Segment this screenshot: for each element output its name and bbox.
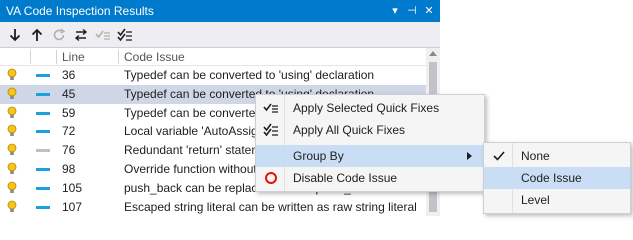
severity-bar — [36, 186, 50, 190]
row-line-number: 98 — [62, 161, 76, 176]
menu-item-label: Code Issue — [521, 171, 582, 185]
row-line-number: 76 — [62, 143, 76, 158]
apply-all-quick-fixes-icon[interactable] — [116, 26, 134, 44]
submenu-chevron-icon — [467, 152, 472, 160]
group-by-item[interactable]: Group By — [256, 145, 484, 167]
row-code-issue: Typedef can be converted to 'using' decl… — [124, 68, 375, 82]
apply-all-quick-fixes-icon — [263, 123, 279, 140]
lightbulb-icon — [7, 200, 17, 217]
table-row[interactable]: 36 Typedef can be converted to 'using' d… — [0, 66, 426, 85]
checkmark-icon — [493, 150, 505, 165]
group-by-none-item[interactable]: None — [484, 145, 630, 167]
swap-icon[interactable] — [72, 26, 90, 44]
column-separator[interactable] — [118, 50, 119, 64]
severity-bar — [36, 130, 50, 134]
apply-quick-fix-icon — [263, 101, 279, 118]
column-header-code-issue[interactable]: Code Issue — [124, 50, 185, 64]
severity-bar — [36, 149, 50, 153]
row-line-number: 105 — [62, 180, 83, 195]
menu-item-label: Disable Code Issue — [293, 171, 398, 185]
lightbulb-icon — [7, 181, 17, 198]
group-by-level-item[interactable]: Level — [484, 189, 630, 211]
column-separator[interactable] — [56, 50, 57, 64]
column-header-row: Line Code Issue — [0, 48, 426, 66]
menu-item-label: Apply All Quick Fixes — [293, 123, 406, 137]
row-line-number: 36 — [62, 68, 76, 82]
menu-item-label: Apply Selected Quick Fixes — [293, 101, 440, 115]
menu-item-label: Group By — [293, 149, 344, 163]
lightbulb-icon — [7, 106, 17, 123]
context-menu: Apply Selected Quick Fixes Apply All Qui… — [255, 94, 485, 192]
severity-bar — [36, 205, 50, 209]
lightbulb-icon — [7, 124, 17, 141]
row-line-number: 45 — [62, 86, 76, 101]
column-header-line[interactable]: Line — [62, 50, 85, 64]
window-menu-dropdown-icon[interactable]: ▾ — [388, 4, 402, 18]
scroll-up-arrow-icon[interactable] — [429, 51, 437, 56]
arrow-up-icon[interactable] — [28, 26, 46, 44]
row-line-number: 107 — [62, 199, 83, 214]
table-row[interactable]: 107 Escaped string literal can be writte… — [0, 198, 426, 217]
disable-icon — [264, 171, 278, 188]
severity-bar — [36, 74, 50, 77]
severity-bar — [36, 92, 50, 96]
row-code-issue: Escaped string literal can be written as… — [124, 199, 417, 214]
row-line-number: 59 — [62, 105, 76, 120]
apply-selected-quick-fixes-item[interactable]: Apply Selected Quick Fixes — [256, 97, 484, 119]
refresh-icon[interactable] — [50, 26, 68, 44]
disable-code-issue-item[interactable]: Disable Code Issue — [256, 167, 484, 189]
apply-quick-fix-icon[interactable] — [94, 26, 112, 44]
severity-bar — [36, 111, 50, 115]
group-by-code-issue-item[interactable]: Code Issue — [484, 167, 630, 189]
window-title: VA Code Inspection Results — [6, 4, 154, 18]
toolbar — [0, 22, 440, 48]
lightbulb-icon — [7, 68, 17, 85]
menu-item-label: Level — [521, 193, 550, 207]
column-separator[interactable] — [30, 50, 31, 64]
menu-item-label: None — [521, 149, 550, 163]
lightbulb-icon — [7, 162, 17, 179]
apply-all-quick-fixes-item[interactable]: Apply All Quick Fixes — [256, 119, 484, 141]
close-icon[interactable]: ✕ — [422, 4, 436, 18]
title-bar: VA Code Inspection Results ▾ ⊣ ✕ — [0, 0, 440, 22]
row-line-number: 72 — [62, 124, 76, 139]
group-by-submenu: None Code Issue Level — [483, 142, 631, 214]
pin-icon[interactable]: ⊣ — [405, 4, 419, 18]
lightbulb-icon — [7, 87, 17, 104]
severity-bar — [36, 167, 50, 171]
arrow-down-icon[interactable] — [6, 26, 24, 44]
lightbulb-icon — [7, 143, 17, 160]
